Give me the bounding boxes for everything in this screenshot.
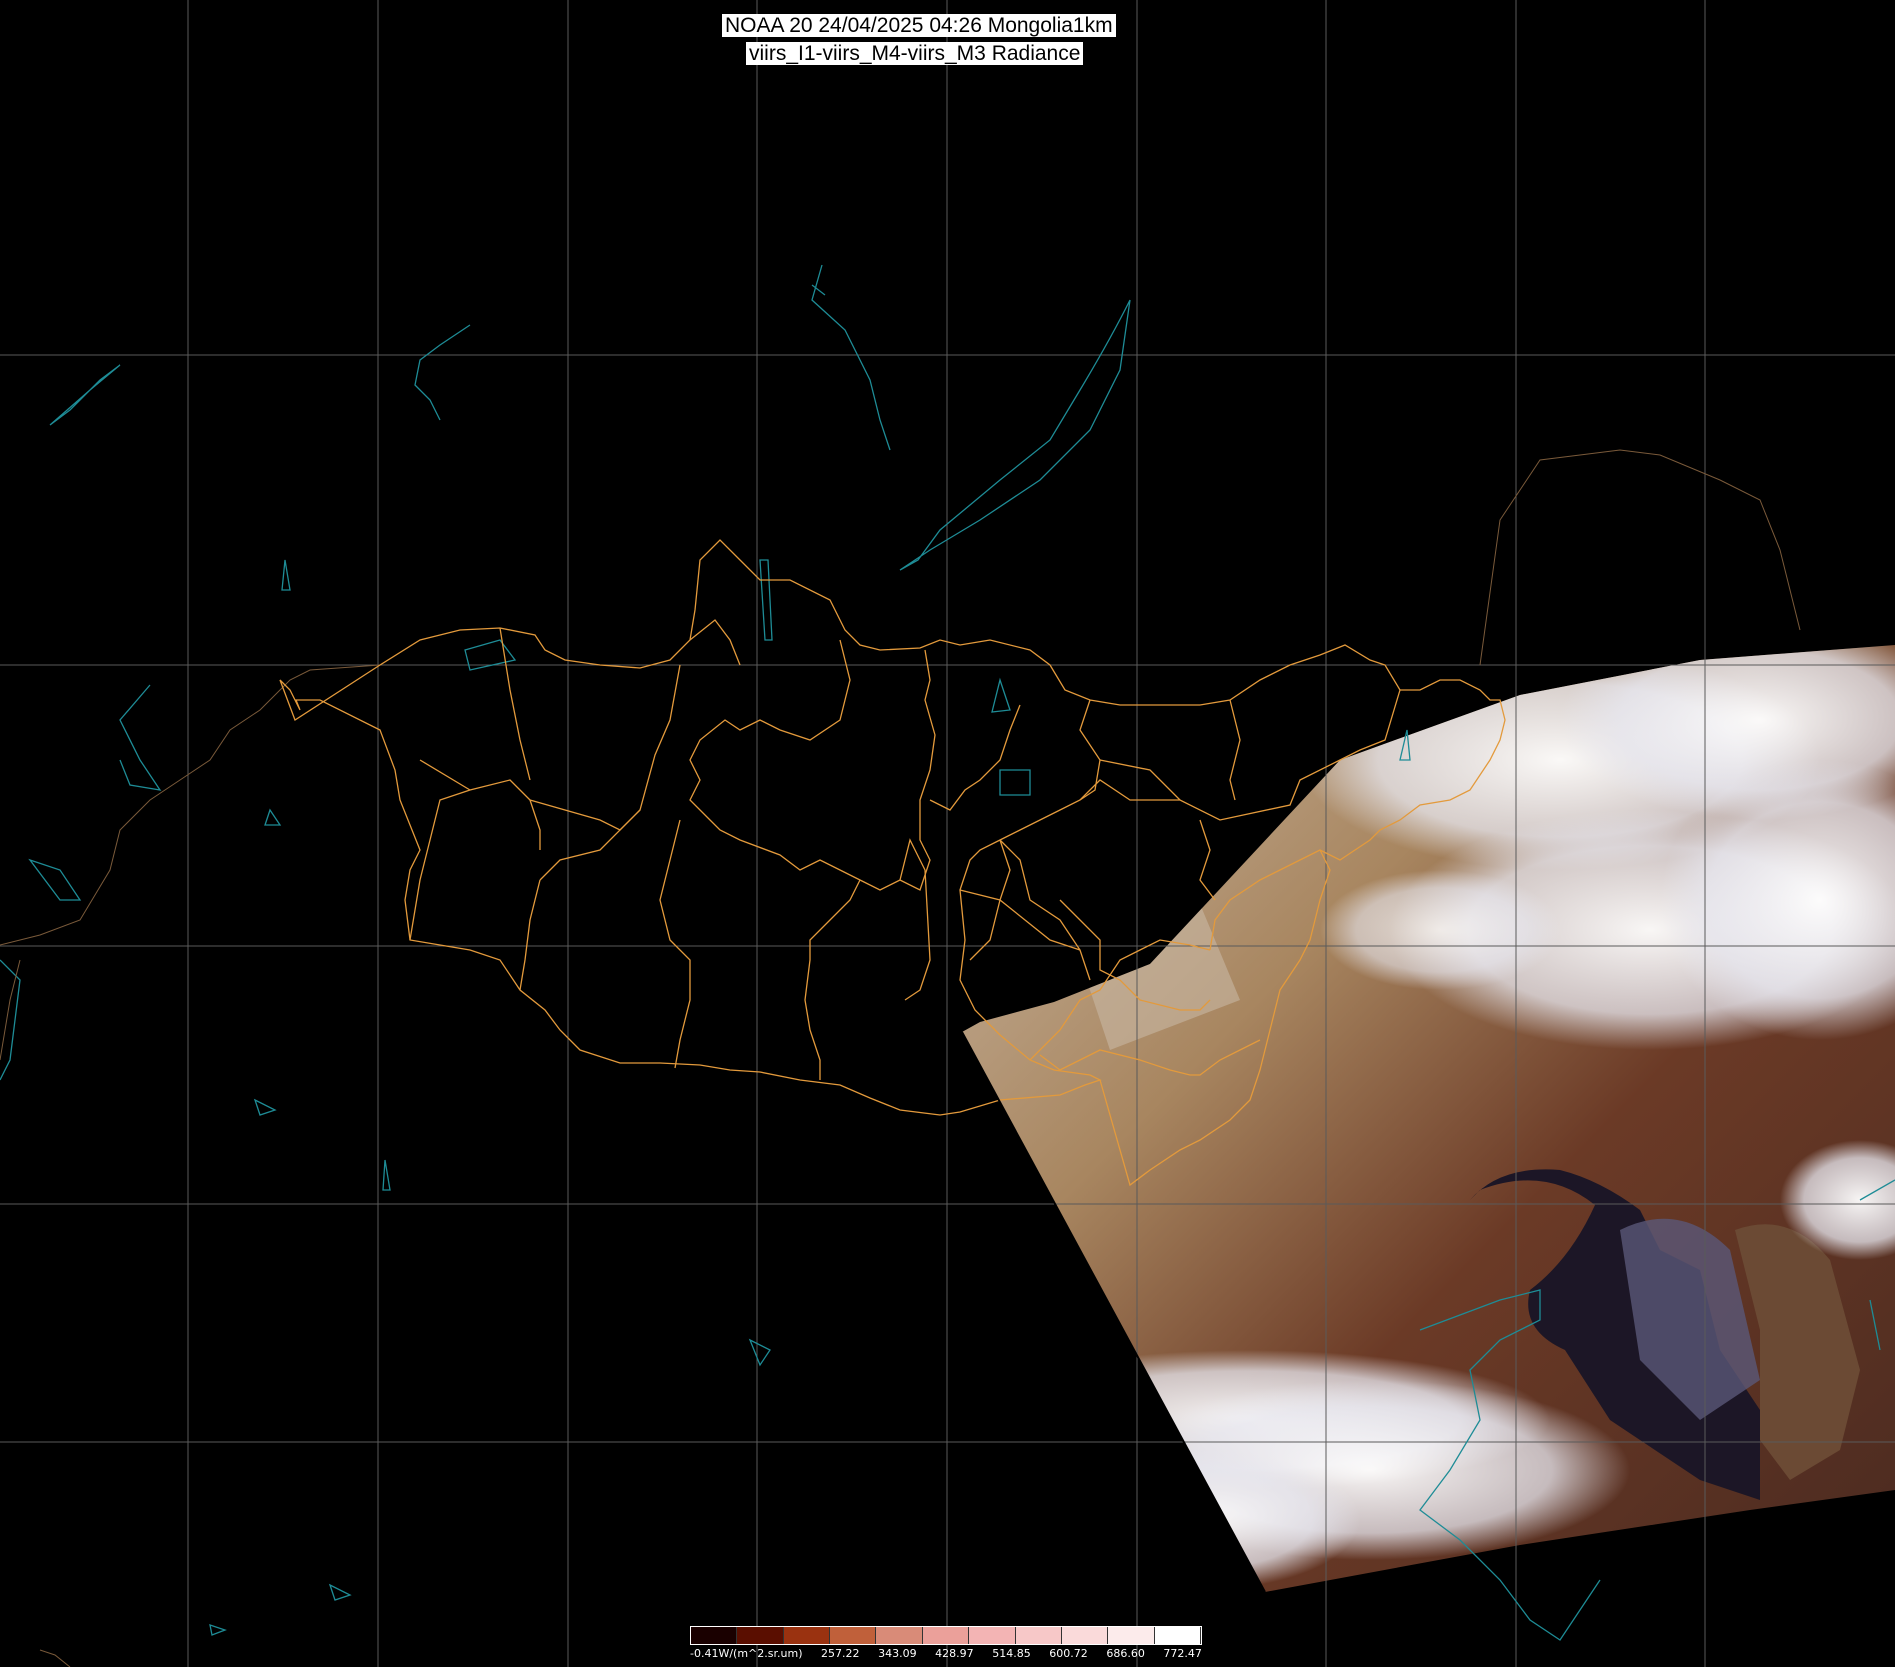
- colorbar-segment: [1108, 1627, 1155, 1644]
- colorbar-segment: [876, 1627, 923, 1644]
- colorbar-segment: [1154, 1627, 1201, 1644]
- colorbar-segment: [1061, 1627, 1109, 1644]
- colorbar-segment: [691, 1627, 738, 1644]
- colorbar-label: 343.09: [878, 1647, 917, 1660]
- colorbar-label: 772.47: [1163, 1647, 1202, 1660]
- colorbar-label: 600.72: [1049, 1647, 1088, 1660]
- map-title-line1: NOAA 20 24/04/2025 04:26 Mongolia1km: [722, 14, 1116, 37]
- colorbar-segment: [1015, 1627, 1062, 1644]
- colorbar-label: 686.60: [1106, 1647, 1145, 1660]
- colorbar-label: 514.85: [992, 1647, 1031, 1660]
- satellite-swath: [962, 645, 1895, 1592]
- colorbar-gradient: [690, 1626, 1202, 1645]
- colorbar-legend: -0.41W/(m^2.sr.um) 257.22 343.09 428.97 514.…: [690, 1626, 1202, 1660]
- colorbar-segment: [737, 1627, 784, 1644]
- colorbar-label: 428.97: [935, 1647, 974, 1660]
- colorbar-labels: -0.41W/(m^2.sr.um) 257.22 343.09 428.97 514.…: [690, 1647, 1202, 1660]
- colorbar-label: -0.41W/(m^2.sr.um): [690, 1647, 803, 1660]
- map-title-line2: viirs_I1-viirs_M4-viirs_M3 Radiance: [746, 42, 1084, 65]
- colorbar-label: 257.22: [821, 1647, 860, 1660]
- colorbar-segment: [969, 1627, 1016, 1644]
- satellite-map: [0, 0, 1895, 1667]
- colorbar-segment: [830, 1627, 877, 1644]
- colorbar-segment: [783, 1627, 831, 1644]
- colorbar-segment: [922, 1627, 970, 1644]
